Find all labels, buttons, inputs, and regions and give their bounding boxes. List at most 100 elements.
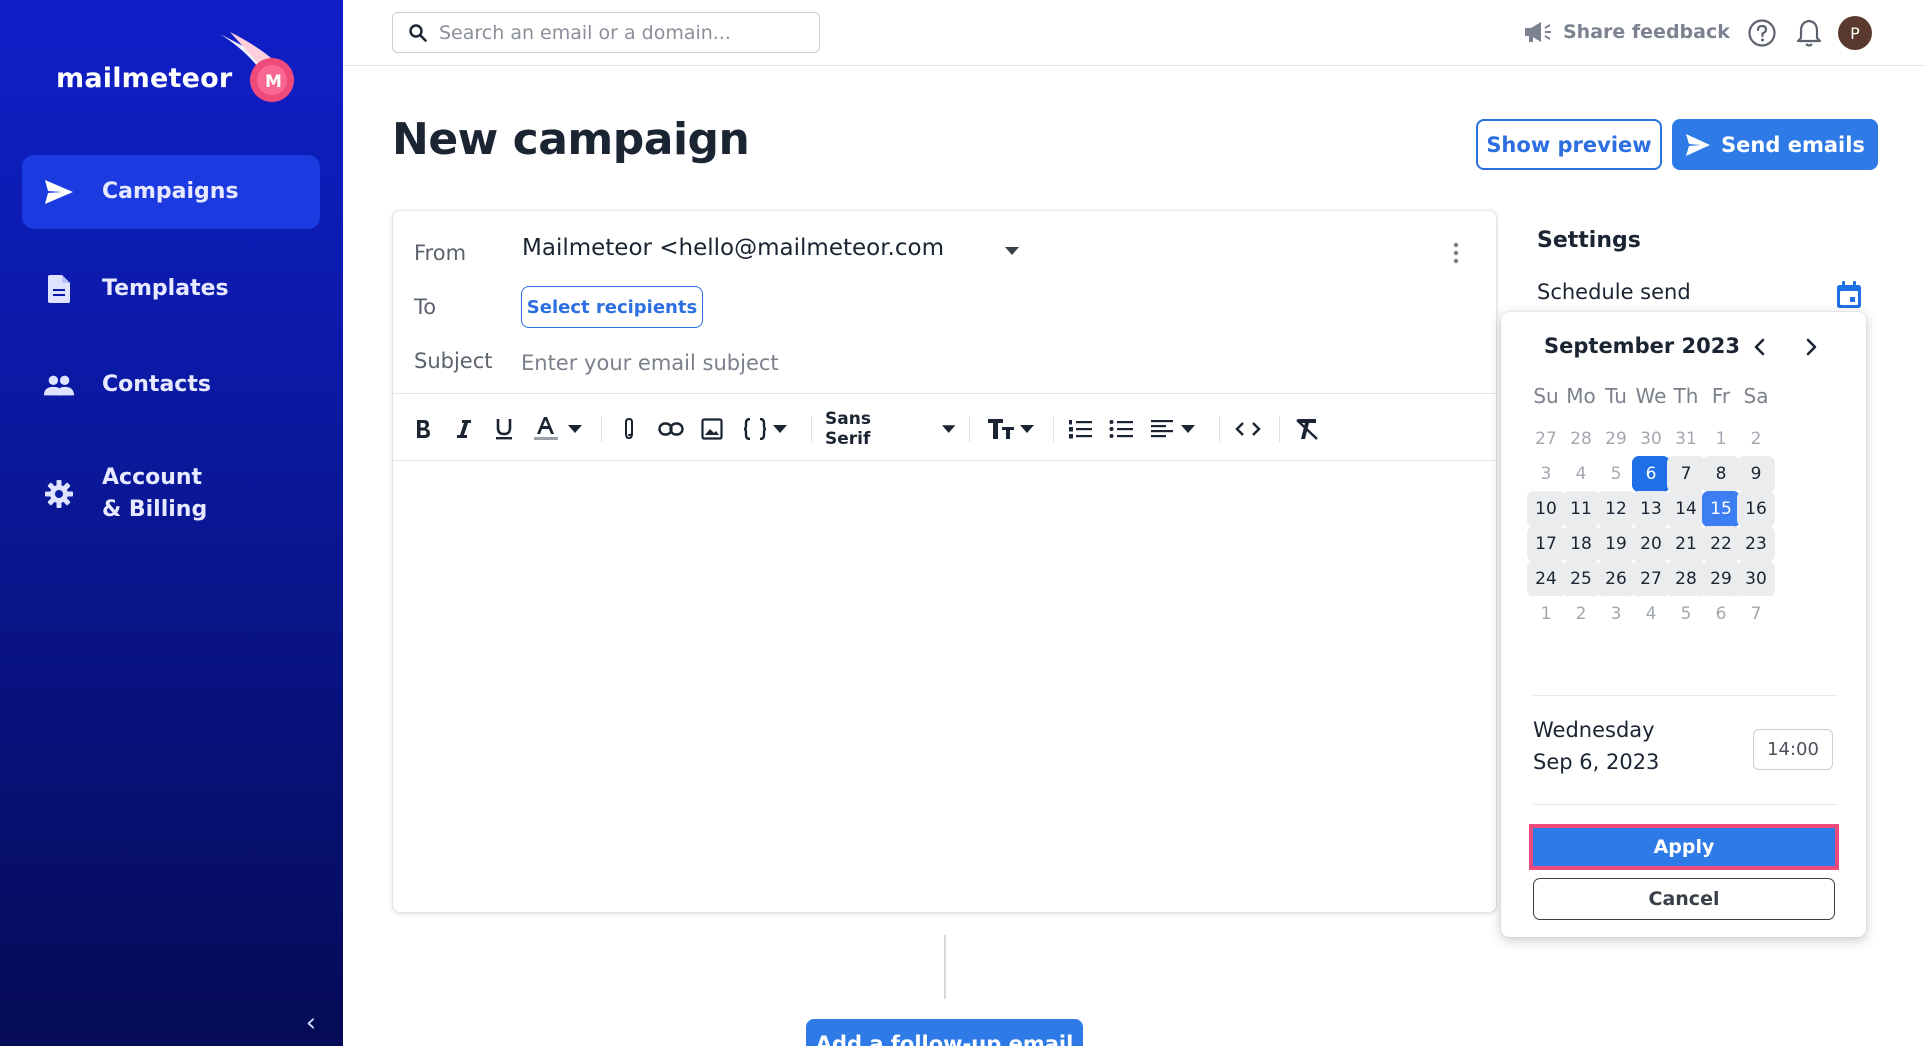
underline-icon bbox=[496, 419, 512, 440]
clear-formatting-button[interactable] bbox=[1291, 414, 1323, 444]
follow-up-connector bbox=[944, 935, 946, 999]
to-label: To bbox=[414, 295, 437, 319]
calendar-day[interactable]: 25 bbox=[1562, 561, 1600, 597]
share-feedback-label: Share feedback bbox=[1563, 21, 1730, 43]
link-icon bbox=[658, 422, 684, 436]
calendar-day[interactable]: 13 bbox=[1632, 491, 1670, 527]
sidebar-item-campaigns[interactable]: Campaigns bbox=[22, 155, 320, 229]
calendar-day[interactable]: 14 bbox=[1667, 491, 1705, 527]
insert-link-button[interactable] bbox=[656, 414, 686, 444]
clear-formatting-icon bbox=[1296, 419, 1318, 440]
bullet-list-button[interactable] bbox=[1106, 414, 1136, 444]
toolbar-divider bbox=[1053, 416, 1054, 442]
calendar-day[interactable]: 28 bbox=[1667, 561, 1705, 597]
chevron-down-icon[interactable] bbox=[1005, 247, 1019, 255]
bullet-list-icon bbox=[1109, 420, 1133, 438]
apply-button[interactable]: Apply bbox=[1533, 828, 1835, 866]
calendar-day[interactable]: 12 bbox=[1597, 491, 1635, 527]
calendar-day[interactable]: 10 bbox=[1527, 491, 1565, 527]
chevron-left-icon[interactable] bbox=[1748, 334, 1772, 360]
calendar-day: 2 bbox=[1737, 421, 1775, 457]
sidebar-item-contacts[interactable]: Contacts bbox=[22, 348, 320, 422]
add-follow-up-button[interactable]: Add a follow-up email bbox=[806, 1019, 1083, 1046]
email-body-editor[interactable] bbox=[393, 462, 1496, 912]
from-value[interactable]: Mailmeteor <hello@mailmeteor.com bbox=[522, 235, 944, 261]
variables-dropdown[interactable] bbox=[739, 414, 791, 444]
search-input[interactable] bbox=[439, 21, 799, 44]
calendar-day[interactable]: 29 bbox=[1702, 561, 1740, 597]
svg-text:M: M bbox=[265, 72, 282, 92]
subject-input[interactable] bbox=[521, 345, 1421, 381]
chevron-down-icon bbox=[941, 425, 955, 433]
calendar-day[interactable]: 23 bbox=[1737, 526, 1775, 562]
calendar-day[interactable]: 20 bbox=[1632, 526, 1670, 562]
calendar-day: 1 bbox=[1702, 421, 1740, 457]
meteor-logo-icon: M bbox=[220, 32, 294, 102]
help-icon[interactable] bbox=[1747, 18, 1777, 48]
calendar-icon[interactable] bbox=[1836, 281, 1862, 309]
document-icon bbox=[44, 274, 74, 304]
toolbar-divider bbox=[1279, 416, 1280, 442]
italic-button[interactable] bbox=[450, 414, 478, 444]
attach-button[interactable] bbox=[615, 414, 643, 444]
calendar-day[interactable]: 27 bbox=[1632, 561, 1670, 597]
image-icon bbox=[701, 418, 723, 440]
chevron-down-icon bbox=[773, 425, 787, 433]
calendar-day[interactable]: 24 bbox=[1527, 561, 1565, 597]
toolbar-divider bbox=[811, 416, 812, 442]
calendar-day[interactable]: 11 bbox=[1562, 491, 1600, 527]
bold-button[interactable] bbox=[409, 414, 437, 444]
send-icon bbox=[44, 177, 74, 207]
calendar-day[interactable]: 19 bbox=[1597, 526, 1635, 562]
bell-icon[interactable] bbox=[1795, 18, 1823, 48]
logo[interactable]: mailmeteor M bbox=[56, 30, 296, 110]
send-emails-label: Send emails bbox=[1721, 132, 1865, 157]
more-options-icon[interactable] bbox=[1451, 241, 1461, 265]
time-input[interactable]: 14:00 bbox=[1753, 729, 1833, 770]
font-family-dropdown[interactable]: Sans Serif bbox=[825, 409, 955, 449]
show-preview-button[interactable]: Show preview bbox=[1476, 119, 1662, 170]
settings-title: Settings bbox=[1537, 228, 1641, 253]
calendar-day: 3 bbox=[1597, 596, 1635, 632]
calendar-day[interactable]: 30 bbox=[1737, 561, 1775, 597]
calendar-day[interactable]: 17 bbox=[1527, 526, 1565, 562]
search-box[interactable] bbox=[392, 12, 820, 53]
cancel-button[interactable]: Cancel bbox=[1533, 878, 1835, 920]
calendar-day-selected[interactable]: 6 bbox=[1632, 456, 1670, 492]
calendar-day[interactable]: 8 bbox=[1702, 456, 1740, 492]
font-size-dropdown[interactable] bbox=[983, 414, 1039, 444]
numbered-list-button[interactable] bbox=[1065, 414, 1095, 444]
weekday-header: We bbox=[1635, 384, 1667, 408]
calendar-day[interactable]: 9 bbox=[1737, 456, 1775, 492]
align-dropdown[interactable] bbox=[1147, 414, 1199, 444]
people-icon bbox=[44, 370, 74, 400]
calendar-day[interactable]: 18 bbox=[1562, 526, 1600, 562]
chevron-down-icon bbox=[1181, 425, 1195, 433]
avatar[interactable]: P bbox=[1838, 16, 1872, 50]
select-recipients-button[interactable]: Select recipients bbox=[521, 286, 703, 328]
sidebar-item-templates[interactable]: Templates bbox=[22, 252, 320, 326]
send-icon bbox=[1686, 133, 1711, 156]
insert-image-button[interactable] bbox=[698, 414, 726, 444]
calendar-day[interactable]: 21 bbox=[1667, 526, 1705, 562]
sidebar-item-account-billing[interactable]: Account & Billing bbox=[22, 454, 320, 534]
chevron-right-icon[interactable] bbox=[1799, 334, 1823, 360]
calendar-day[interactable]: 26 bbox=[1597, 561, 1635, 597]
calendar-day-today[interactable]: 15 bbox=[1702, 491, 1740, 527]
calendar-day: 2 bbox=[1562, 596, 1600, 632]
calendar-day: 4 bbox=[1632, 596, 1670, 632]
underline-button[interactable] bbox=[490, 414, 518, 444]
code-view-button[interactable] bbox=[1231, 414, 1265, 444]
calendar-day[interactable]: 7 bbox=[1667, 456, 1705, 492]
weekday-header: Sa bbox=[1743, 384, 1769, 408]
calendar-day: 30 bbox=[1632, 421, 1670, 457]
calendar-day[interactable]: 16 bbox=[1737, 491, 1775, 527]
text-color-dropdown[interactable] bbox=[530, 414, 586, 444]
text-color-icon bbox=[534, 417, 558, 440]
share-feedback-button[interactable]: Share feedback bbox=[1523, 16, 1730, 48]
megaphone-icon bbox=[1525, 22, 1551, 42]
calendar-day[interactable]: 22 bbox=[1702, 526, 1740, 562]
calendar-day: 3 bbox=[1527, 456, 1565, 492]
send-emails-button[interactable]: Send emails bbox=[1672, 119, 1878, 170]
collapse-sidebar-button[interactable]: ‹ bbox=[296, 1008, 326, 1038]
